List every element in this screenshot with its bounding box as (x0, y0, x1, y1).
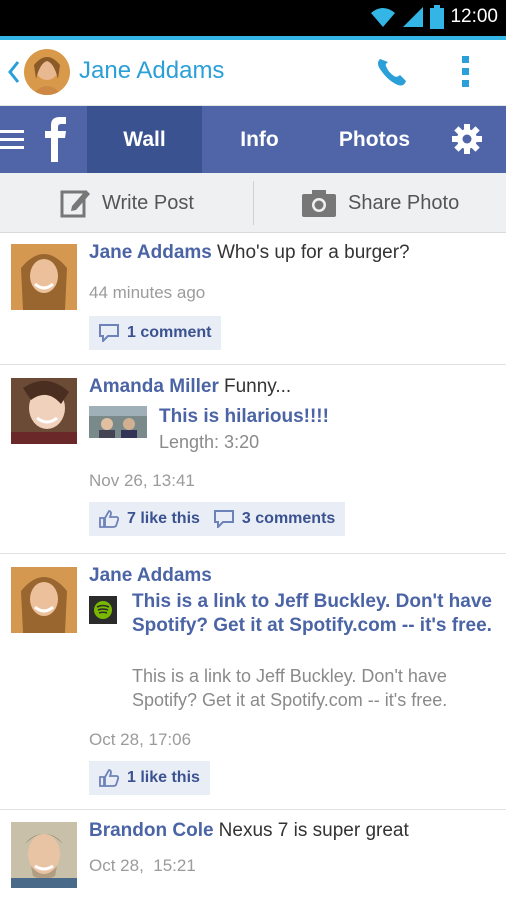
spotify-icon (89, 596, 117, 624)
tab-photos[interactable]: Photos (317, 106, 432, 173)
back-chevron-icon[interactable] (6, 58, 22, 86)
battery-icon (430, 5, 445, 29)
post-actions: 7 like this 3 comments (89, 502, 346, 536)
comment-button[interactable]: 1 comment (89, 316, 222, 350)
phone-icon[interactable] (374, 55, 408, 89)
post-header: Jane Addams (89, 565, 212, 587)
profile-avatar[interactable] (24, 49, 70, 95)
status-bar: 12:00 (0, 0, 506, 36)
write-post-label: Write Post (102, 191, 194, 214)
status-time: 12:00 (450, 6, 498, 27)
overflow-menu-icon[interactable] (461, 56, 471, 88)
page-title: Jane Addams (79, 57, 225, 84)
post-message: Who's up for a burger? (216, 242, 410, 263)
feed-post: Jane Addams Who's up for a burger? 44 mi… (0, 234, 506, 365)
link-description: This is a link to Jeff Buckley. Don't ha… (132, 666, 448, 710)
tab-info[interactable]: Info (202, 106, 317, 173)
like-icon[interactable] (99, 510, 119, 528)
avatar[interactable] (11, 378, 77, 444)
share-photo-button[interactable]: Share Photo (302, 173, 459, 233)
post-header: Amanda Miller Funny... (89, 376, 499, 398)
post-author[interactable]: Jane Addams (89, 242, 212, 263)
avatar[interactable] (11, 822, 77, 888)
hamburger-icon[interactable] (0, 128, 24, 152)
video-thumbnail[interactable] (89, 406, 149, 438)
compose-bar: Write Post Share Photo (0, 173, 506, 233)
post-timestamp: Oct 28, 15:21 (89, 856, 196, 875)
comment-count[interactable]: 3 comments (242, 510, 335, 528)
avatar[interactable] (11, 567, 77, 633)
feed-post: Jane Addams This is a link to Jeff Buckl… (0, 554, 506, 810)
feed-post: Amanda Miller Funny... This is hilarious… (0, 365, 506, 554)
post-header: Brandon Cole Nexus 7 is super great (89, 820, 499, 842)
camera-icon (302, 190, 336, 217)
comment-count: 1 comment (127, 324, 212, 341)
post-header: Jane Addams Who's up for a burger? (89, 242, 499, 264)
comment-icon[interactable] (213, 510, 234, 528)
gear-icon[interactable] (452, 124, 482, 154)
like-count: 1 like this (127, 769, 200, 786)
divider (253, 181, 254, 225)
post-author[interactable]: Brandon Cole (89, 820, 214, 841)
feed-post: Brandon Cole Nexus 7 is super great Oct … (0, 810, 506, 900)
like-count[interactable]: 7 like this (127, 510, 200, 528)
post-message: Funny... (223, 376, 292, 397)
wall-feed: Jane Addams Who's up for a burger? 44 mi… (0, 234, 506, 900)
share-photo-label: Share Photo (348, 191, 460, 214)
tab-wall[interactable]: Wall (87, 106, 202, 173)
wifi-icon (371, 8, 396, 27)
avatar[interactable] (11, 244, 77, 310)
post-author[interactable]: Jane Addams (89, 565, 212, 586)
post-timestamp: Oct 28, 17:06 (89, 730, 192, 749)
post-timestamp: 44 minutes ago (89, 283, 206, 302)
like-button[interactable]: 1 like this (89, 761, 210, 795)
like-icon (99, 769, 119, 787)
signal-icon (403, 7, 424, 27)
link-title[interactable]: This is a link to Jeff Buckley. Don't ha… (132, 590, 498, 638)
video-length: Length: 3:20 (159, 432, 260, 452)
action-bar: Jane Addams (0, 40, 506, 106)
nav-bar: Wall Info Photos (0, 106, 506, 173)
write-post-button[interactable]: Write Post (60, 173, 194, 233)
post-author[interactable]: Amanda Miller (89, 376, 219, 397)
comment-icon (99, 324, 119, 342)
link-title[interactable]: This is hilarious!!!! (159, 406, 329, 428)
edit-icon (60, 190, 90, 218)
post-timestamp: Nov 26, 13:41 (89, 471, 195, 490)
post-message: Nexus 7 is super great (218, 820, 409, 841)
facebook-logo-icon[interactable] (40, 116, 70, 162)
